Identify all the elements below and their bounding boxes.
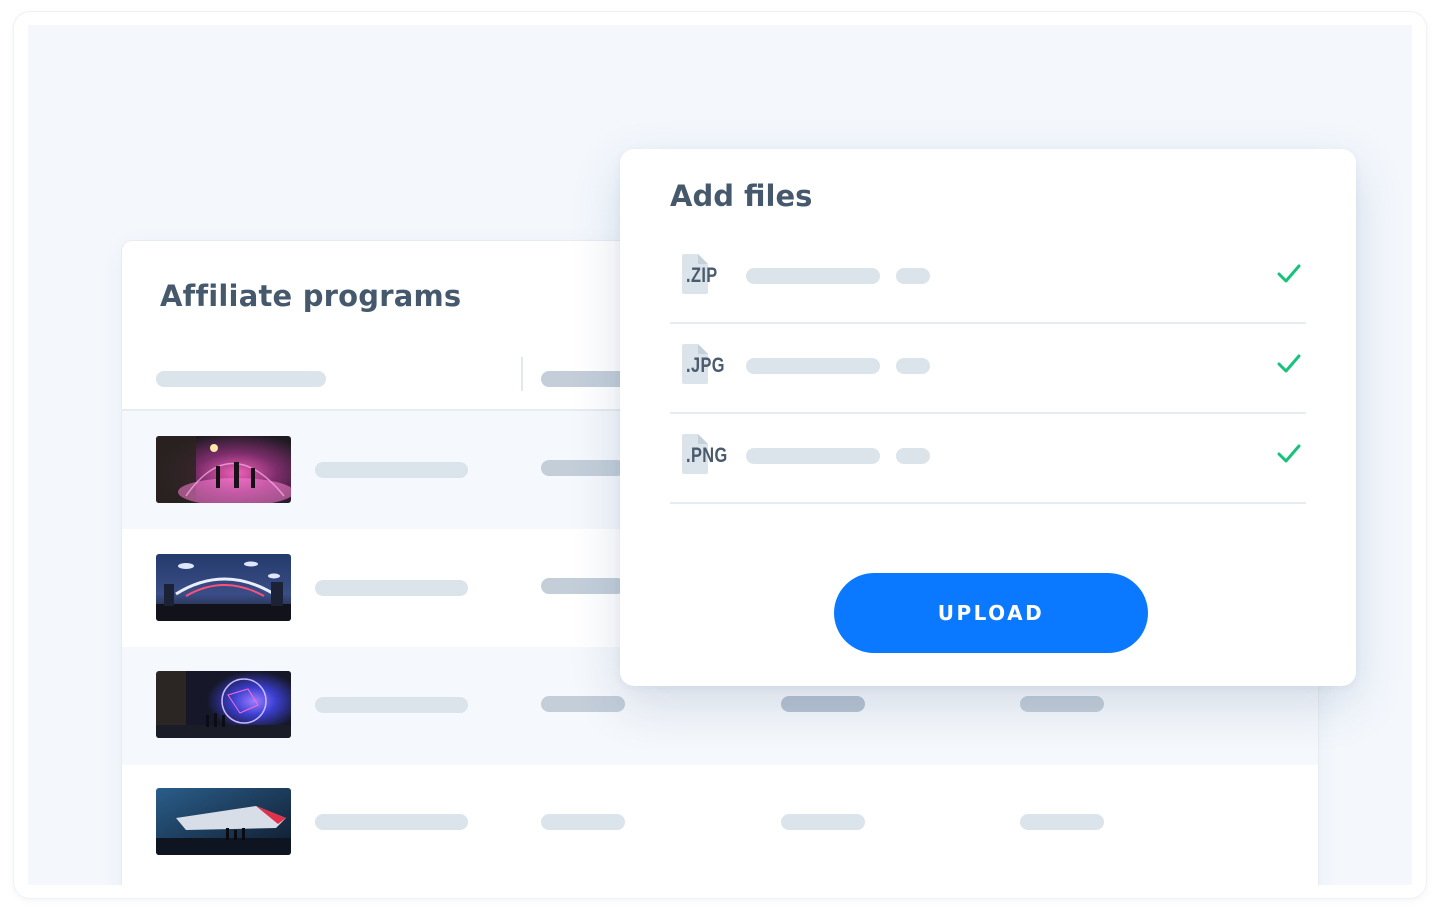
file-row-zip[interactable]: .ZIP	[670, 234, 1306, 324]
file-extension: .ZIP	[686, 264, 718, 287]
name-placeholder	[315, 580, 468, 596]
check-icon	[1277, 264, 1301, 283]
filesize-placeholder	[896, 358, 930, 374]
cell-placeholder	[781, 814, 865, 830]
check-icon	[1277, 444, 1301, 463]
thumbnail-image	[156, 436, 291, 503]
thumbnail-image	[156, 671, 291, 738]
cell-placeholder	[781, 696, 865, 712]
thumbnail-image	[156, 554, 291, 621]
filename-placeholder	[746, 358, 880, 374]
file-row-jpg[interactable]: .JPG	[670, 324, 1306, 414]
cell-placeholder	[541, 696, 625, 712]
column-divider	[521, 357, 523, 391]
table-row[interactable]	[122, 765, 1318, 883]
file-extension: .JPG	[686, 354, 725, 377]
cell-placeholder	[1020, 814, 1104, 830]
name-placeholder	[315, 462, 468, 478]
cell-placeholder	[541, 460, 625, 476]
file-extension: .PNG	[686, 444, 728, 467]
modal-title: Add files	[670, 179, 813, 213]
cell-placeholder	[541, 814, 625, 830]
card-title: Affiliate programs	[160, 279, 462, 313]
filesize-placeholder	[896, 448, 930, 464]
canvas: Affiliate programs Add files .ZIP .JPG .…	[28, 25, 1412, 885]
header-placeholder	[156, 371, 326, 387]
thumbnail-image	[156, 788, 291, 855]
filename-placeholder	[746, 268, 880, 284]
upload-button[interactable]: UPLOAD	[834, 573, 1148, 653]
filesize-placeholder	[896, 268, 930, 284]
name-placeholder	[315, 814, 468, 830]
add-files-modal: Add files .ZIP .JPG .PNG UPLOAD	[620, 149, 1356, 686]
filename-placeholder	[746, 448, 880, 464]
file-row-png[interactable]: .PNG	[670, 414, 1306, 504]
cell-placeholder	[541, 578, 625, 594]
cell-placeholder	[1020, 696, 1104, 712]
check-icon	[1277, 354, 1301, 373]
name-placeholder	[315, 697, 468, 713]
